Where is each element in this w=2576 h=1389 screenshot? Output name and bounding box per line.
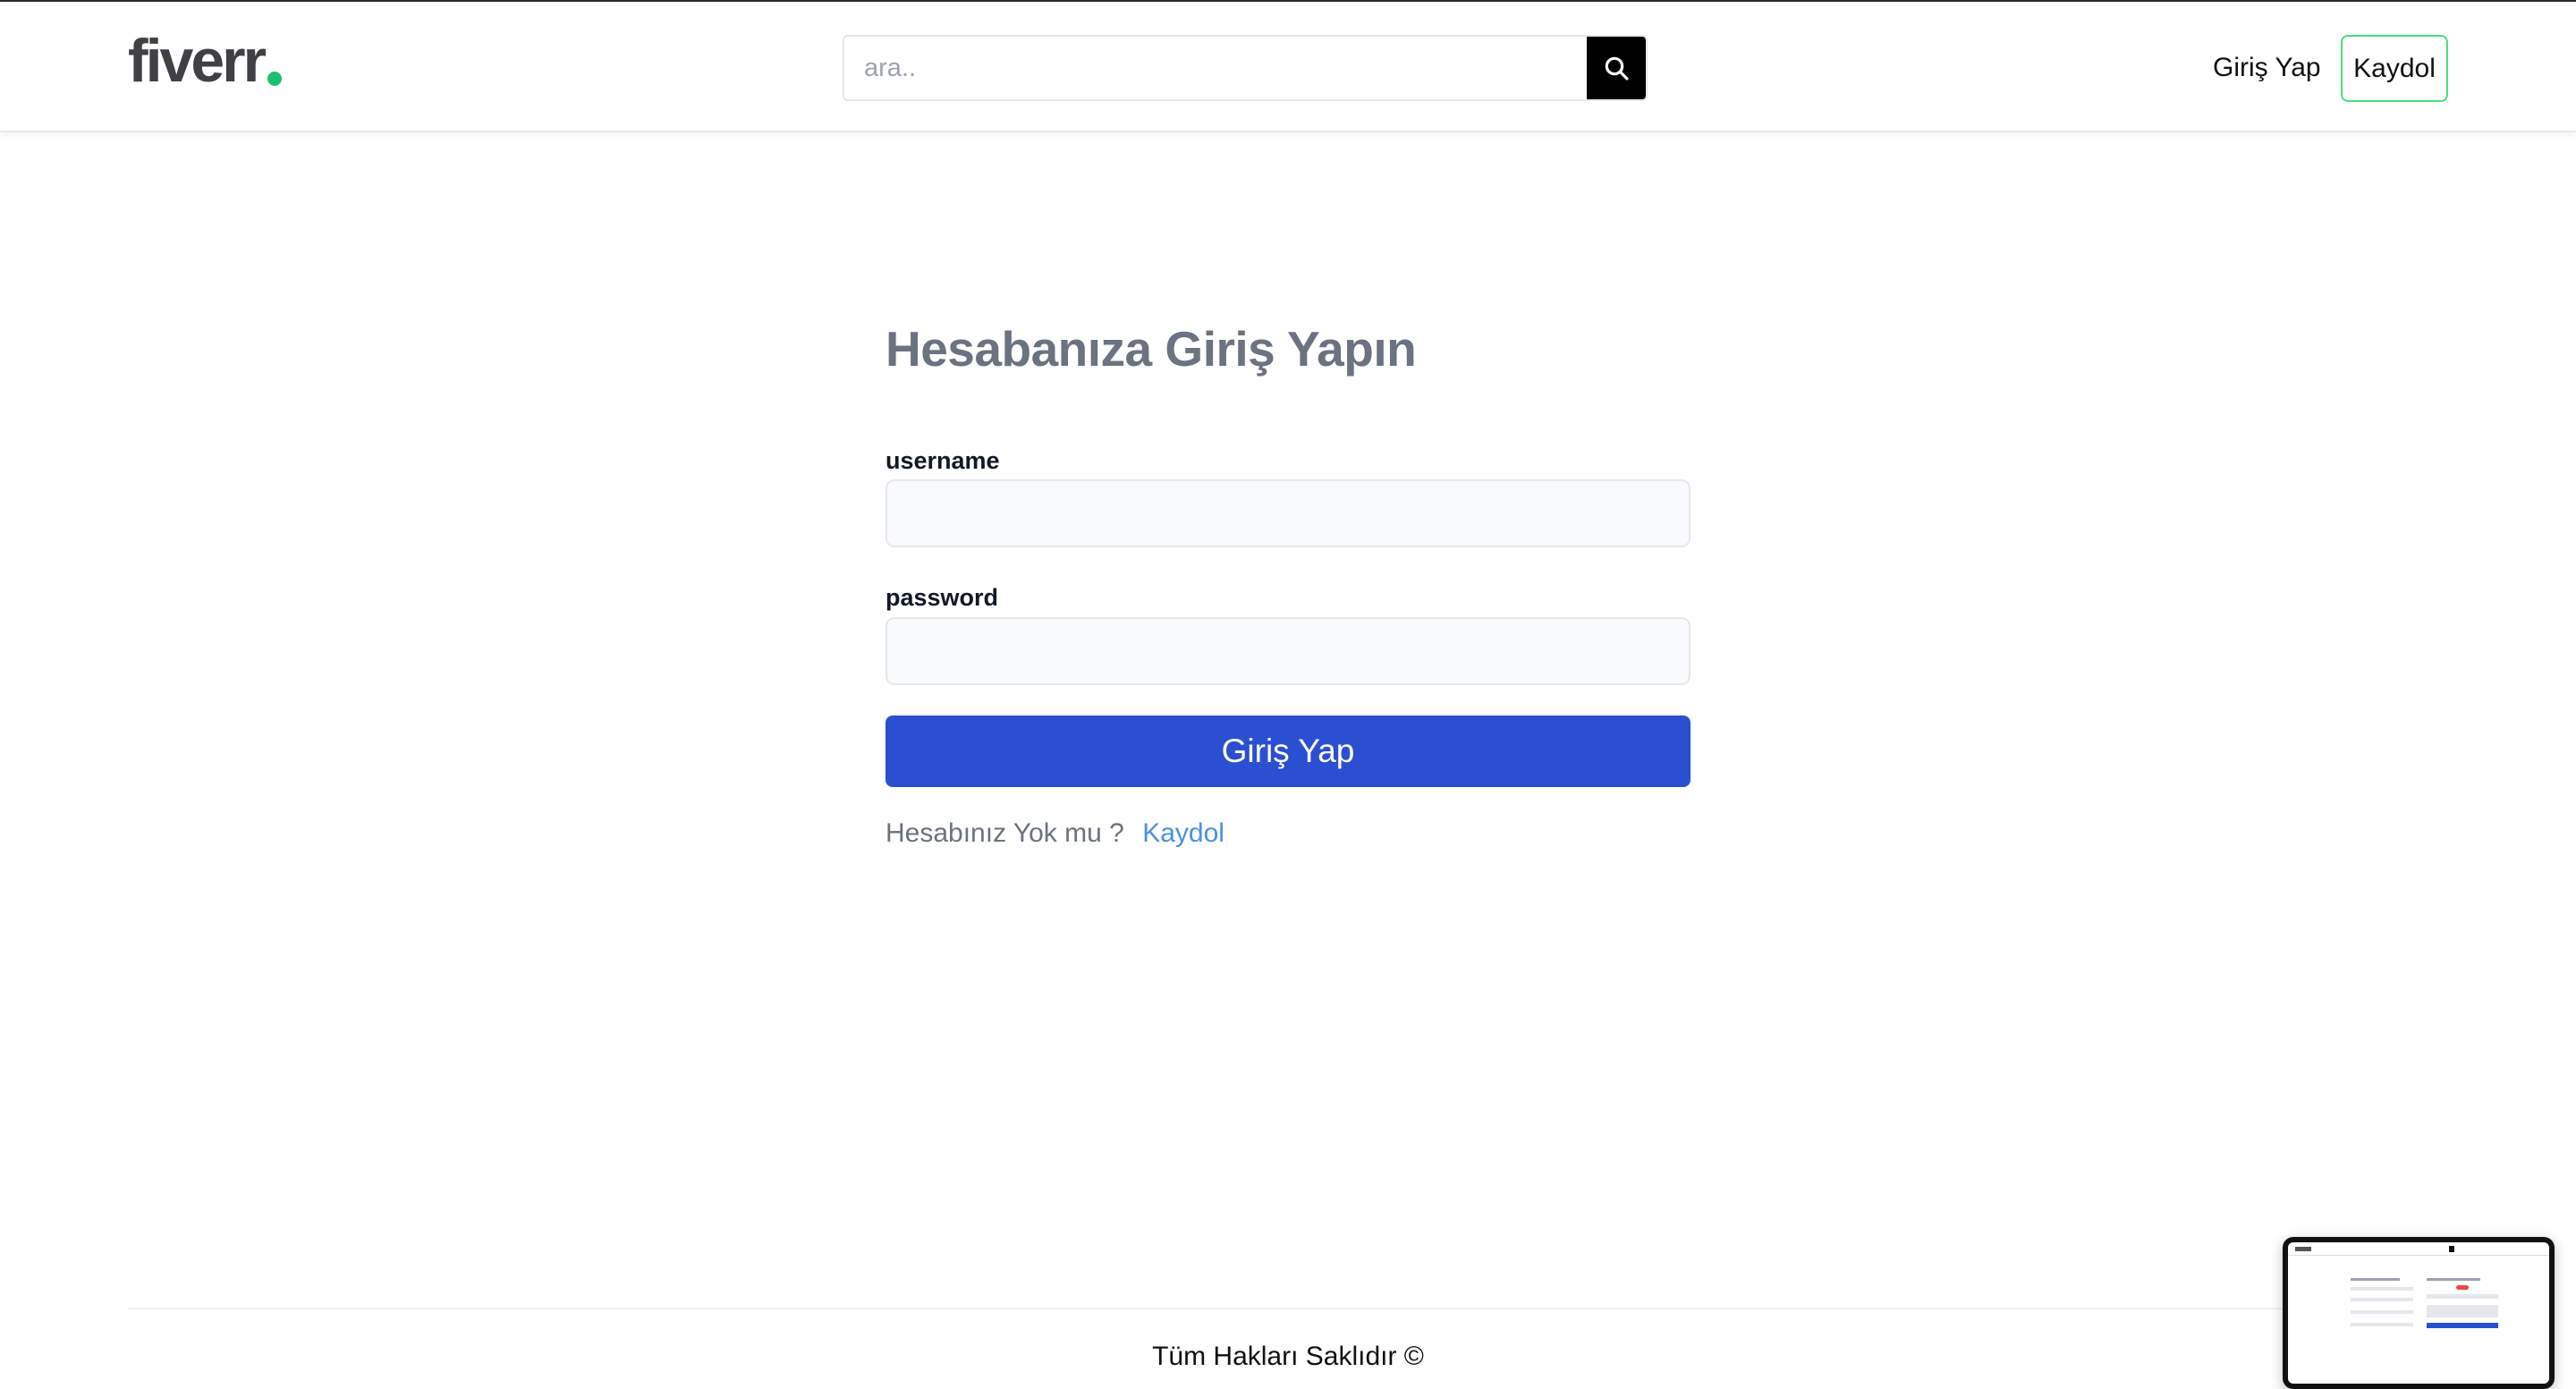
- username-field[interactable]: [886, 479, 1690, 547]
- search-button[interactable]: [1587, 37, 1646, 99]
- login-button[interactable]: Giriş Yap: [886, 716, 1690, 787]
- thumb-field: [2427, 1305, 2498, 1317]
- footer-copyright: Tüm Hakları Saklıdır ©: [1152, 1342, 1424, 1371]
- search-bar: [843, 35, 1648, 101]
- password-label: password: [886, 584, 999, 611]
- thumbnail-screen: [2288, 1242, 2549, 1384]
- no-account-text: Hesabınız Yok mu ?: [886, 818, 1124, 848]
- signup-link[interactable]: Kaydol: [1142, 818, 1224, 848]
- thumb-text: [2351, 1278, 2400, 1281]
- thumb-field: [2427, 1294, 2498, 1299]
- thumb-logo: [2295, 1247, 2311, 1251]
- password-field[interactable]: [886, 617, 1690, 685]
- thumb-search: [2449, 1246, 2454, 1252]
- thumb-text: [2427, 1278, 2480, 1281]
- thumb-button: [2427, 1323, 2498, 1328]
- nav-login-link[interactable]: Giriş Yap: [2213, 48, 2321, 88]
- username-label: username: [886, 447, 1000, 474]
- thumb-toggle: [2456, 1285, 2469, 1290]
- logo-text: fiverr: [128, 27, 267, 95]
- screen-preview-thumbnail[interactable]: [2283, 1237, 2555, 1389]
- search-icon: [1605, 56, 1629, 80]
- thumb-field: [2351, 1310, 2413, 1314]
- fiverr-logo[interactable]: fiverr: [128, 27, 283, 95]
- footer-divider: [128, 1308, 2319, 1309]
- search-input[interactable]: [844, 37, 1587, 99]
- logo-dot: [267, 72, 283, 86]
- thumb-header-line: [2288, 1255, 2549, 1256]
- nav-signup-button[interactable]: Kaydol: [2341, 35, 2448, 102]
- signup-prompt: Hesabınız Yok mu ? Kaydol: [886, 818, 1224, 849]
- thumb-field: [2351, 1323, 2413, 1326]
- thumb-field: [2351, 1298, 2413, 1301]
- thumb-field: [2351, 1287, 2413, 1291]
- login-form: Hesabanıza Giriş Yapın username password…: [886, 313, 1690, 848]
- top-navbar: fiverr Giriş Yap Kaydol: [0, 2, 2576, 132]
- page-title: Hesabanıza Giriş Yapın: [886, 321, 1417, 377]
